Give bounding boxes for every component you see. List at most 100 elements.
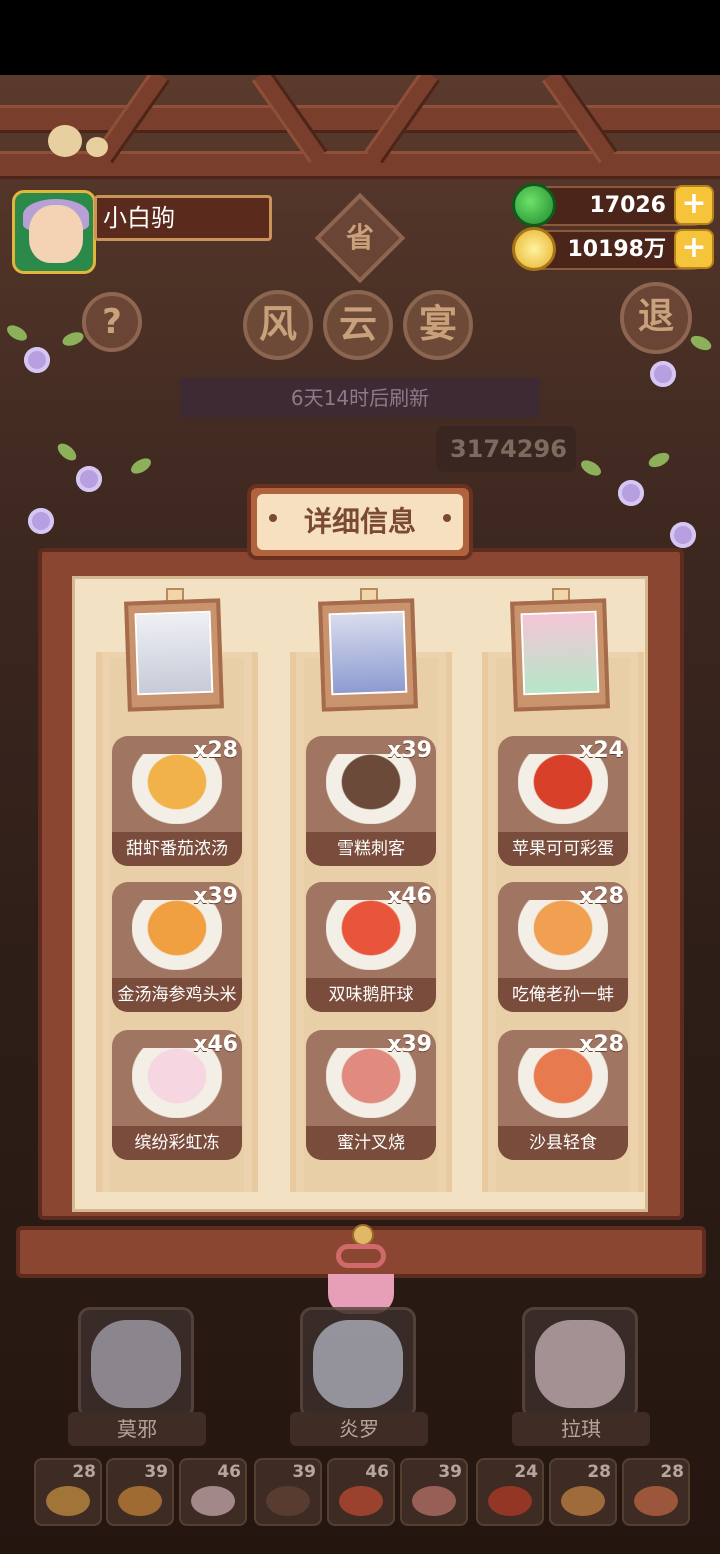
dish-card[interactable]: x28 沙县轻食 <box>498 1030 628 1160</box>
dish-icon <box>326 900 416 970</box>
coin-icon <box>512 227 556 271</box>
dish-slot[interactable]: 28 <box>549 1458 617 1526</box>
dish-count: x28 <box>579 1032 624 1057</box>
flower-decoration <box>650 361 676 387</box>
dish-count: x39 <box>193 884 238 909</box>
dish-count: x46 <box>193 1032 238 1057</box>
dish-card[interactable]: x24 苹果可可彩蛋 <box>498 736 628 866</box>
slot-count: 46 <box>217 1462 241 1482</box>
dish-name: 金汤海参鸡头米 <box>112 978 242 1012</box>
dish-icon <box>132 900 222 970</box>
chick-decoration <box>86 137 108 157</box>
slot-count: 24 <box>514 1462 538 1482</box>
leaf-decoration <box>60 329 86 349</box>
score-display: 3174296 <box>436 426 576 472</box>
dish-icon <box>518 754 608 824</box>
portrait-laqi <box>510 598 610 712</box>
dish-slot[interactable]: 46 <box>179 1458 247 1526</box>
add-jade-button[interactable]: + <box>674 185 714 225</box>
slot-count: 28 <box>660 1462 684 1482</box>
slot-dish-icon <box>191 1486 235 1516</box>
dish-count: x28 <box>579 884 624 909</box>
dish-card[interactable]: x28 甜虾番茄浓汤 <box>112 736 242 866</box>
dish-name: 甜虾番茄浓汤 <box>112 832 242 866</box>
dish-slot[interactable]: 46 <box>327 1458 395 1526</box>
dish-count: x39 <box>387 1032 432 1057</box>
slot-count: 28 <box>72 1462 96 1482</box>
coin-currency: 10198万 + <box>512 227 714 271</box>
dish-icon <box>326 754 416 824</box>
character-name-yanluo: 炎罗 <box>290 1412 428 1446</box>
flower-decoration <box>28 508 54 534</box>
leaf-decoration <box>688 332 714 354</box>
slot-dish-icon <box>634 1486 678 1516</box>
add-coin-button[interactable]: + <box>674 229 714 269</box>
slot-count: 39 <box>292 1462 316 1482</box>
slot-count: 46 <box>365 1462 389 1482</box>
dish-name: 蜜汁叉烧 <box>306 1126 436 1160</box>
title-char-1: 风 <box>243 290 313 360</box>
dish-name: 沙县轻食 <box>498 1126 628 1160</box>
jade-value: 17026 <box>589 193 666 218</box>
dish-name: 吃俺老孙一蚌 <box>498 978 628 1012</box>
slot-count: 28 <box>587 1462 611 1482</box>
slot-count: 39 <box>438 1462 462 1482</box>
player-avatar[interactable] <box>12 190 96 274</box>
dish-card[interactable]: x46 缤纷彩虹冻 <box>112 1030 242 1160</box>
player-name: 小白驹 <box>94 195 272 241</box>
help-button[interactable]: ? <box>82 292 142 352</box>
slot-count: 39 <box>144 1462 168 1482</box>
portrait-yanluo <box>318 598 418 712</box>
dish-card[interactable]: x39 蜜汁叉烧 <box>306 1030 436 1160</box>
dish-count: x24 <box>579 738 624 763</box>
dish-card[interactable]: x39 金汤海参鸡头米 <box>112 882 242 1012</box>
flower-decoration <box>76 466 102 492</box>
dish-icon <box>518 900 608 970</box>
panel-title-plaque: 详细信息 <box>247 484 473 560</box>
status-bar <box>0 0 720 75</box>
slot-dish-icon <box>46 1486 90 1516</box>
character-card-moye[interactable] <box>78 1307 194 1419</box>
dish-card[interactable]: x28 吃俺老孙一蚌 <box>498 882 628 1012</box>
knot-ornament <box>322 1224 400 1314</box>
character-name-laqi: 拉琪 <box>512 1412 650 1446</box>
dish-slot[interactable]: 24 <box>476 1458 544 1526</box>
slot-dish-icon <box>488 1486 532 1516</box>
dish-slot[interactable]: 39 <box>400 1458 468 1526</box>
dish-name: 双味鹅肝球 <box>306 978 436 1012</box>
slot-dish-icon <box>118 1486 162 1516</box>
dish-icon <box>326 1048 416 1118</box>
character-card-yanluo[interactable] <box>300 1307 416 1419</box>
coin-value: 10198万 <box>567 237 666 262</box>
dish-slot[interactable]: 39 <box>254 1458 322 1526</box>
chick-decoration <box>48 125 82 157</box>
dish-name: 雪糕刺客 <box>306 832 436 866</box>
dish-icon <box>518 1048 608 1118</box>
dish-count: x46 <box>387 884 432 909</box>
avatar-face <box>29 205 83 263</box>
leaf-decoration <box>4 322 30 344</box>
dish-count: x39 <box>387 738 432 763</box>
portrait-image <box>134 610 214 696</box>
dish-card[interactable]: x39 雪糕刺客 <box>306 736 436 866</box>
plaque-dot <box>269 514 277 522</box>
character-portrait <box>313 1320 403 1408</box>
exit-button[interactable]: 退 <box>620 282 692 354</box>
dish-slot[interactable]: 39 <box>106 1458 174 1526</box>
title-char-3: 宴 <box>403 290 473 360</box>
slot-dish-icon <box>561 1486 605 1516</box>
dish-icon <box>132 754 222 824</box>
dish-card[interactable]: x46 双味鹅肝球 <box>306 882 436 1012</box>
title-char-2: 云 <box>323 290 393 360</box>
character-card-laqi[interactable] <box>522 1307 638 1419</box>
jade-icon <box>512 183 556 227</box>
character-portrait <box>535 1320 625 1408</box>
dish-name: 缤纷彩虹冻 <box>112 1126 242 1160</box>
portrait-image <box>520 610 600 696</box>
roof-beam-top <box>0 105 720 133</box>
dish-slot[interactable]: 28 <box>622 1458 690 1526</box>
dish-count: x28 <box>193 738 238 763</box>
slot-dish-icon <box>412 1486 456 1516</box>
dish-slot[interactable]: 28 <box>34 1458 102 1526</box>
province-label: 省 <box>345 221 374 254</box>
